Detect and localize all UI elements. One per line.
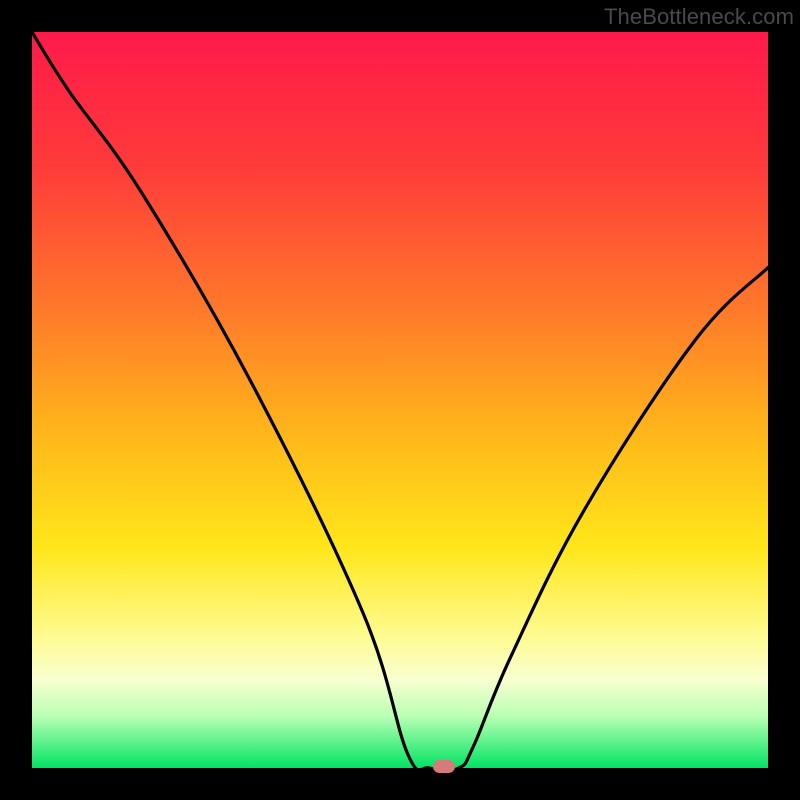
- optimal-marker: [433, 760, 455, 773]
- watermark-text: TheBottleneck.com: [604, 4, 794, 30]
- chart-frame: TheBottleneck.com: [0, 0, 800, 800]
- bottleneck-curve: [32, 32, 768, 768]
- plot-area: [32, 32, 768, 768]
